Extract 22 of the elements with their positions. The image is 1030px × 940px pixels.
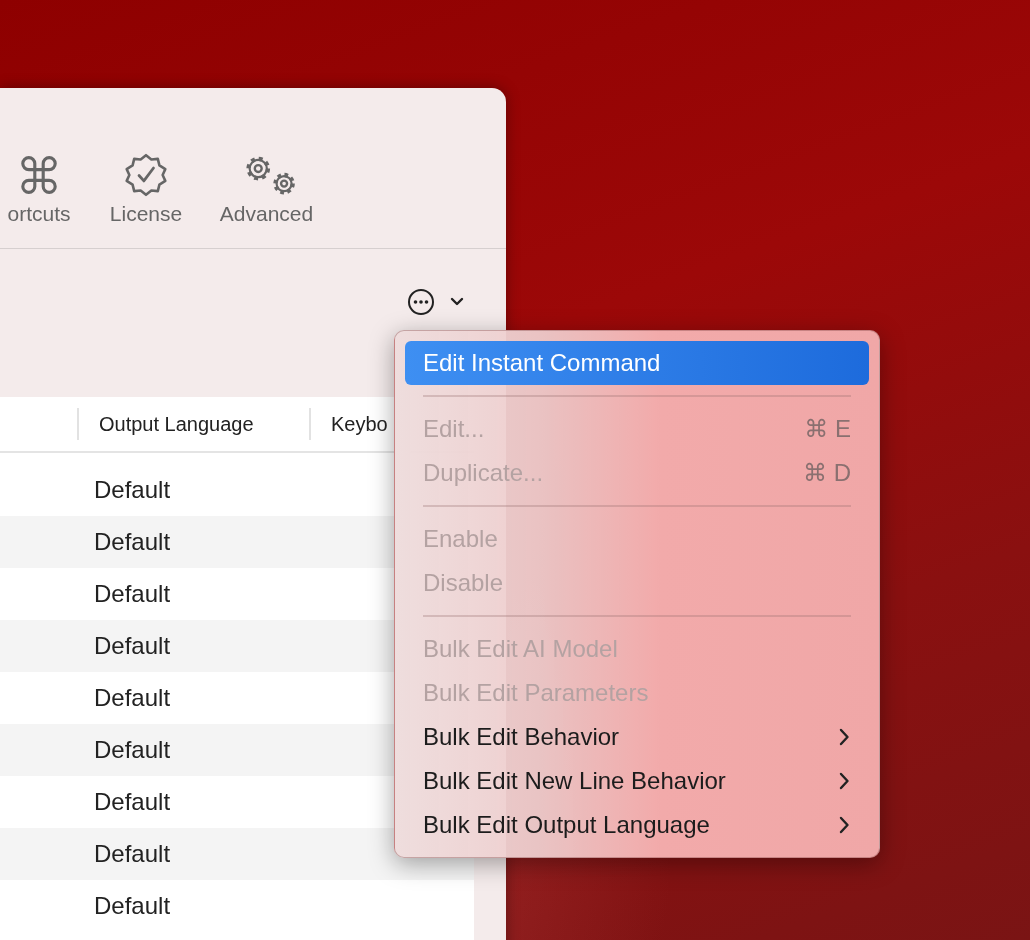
table-cell-text: Default [93,892,172,920]
menu-item[interactable]: Edit Instant Command [405,341,869,385]
table-cell-text: Default [93,684,172,712]
toolbar-item[interactable]: License [106,150,186,236]
shortcut-label: ⌘ D [803,459,851,487]
table-cell-text: Default [93,580,172,608]
command-icon [18,154,60,196]
more-button[interactable] [407,288,435,316]
column-header[interactable]: Output Language [77,408,309,440]
badge-check-icon [124,153,168,197]
chevron-down-icon [449,296,465,308]
table-cell-text: Default [93,476,172,504]
table-cell-text: Default [93,528,172,556]
toolbar-item[interactable]: ortcuts [0,150,78,236]
table-cell-text: Default [93,632,172,660]
toolbar-item[interactable]: Advanced [215,150,318,236]
table-cell-text: Default [93,788,172,816]
ellipsis-circle-icon [407,288,435,316]
shortcut-label: ⌘ E [804,415,851,443]
dropdown-button[interactable] [449,296,465,308]
table-cell-text: Default [93,736,172,764]
table-cell-text: Default [93,840,172,868]
